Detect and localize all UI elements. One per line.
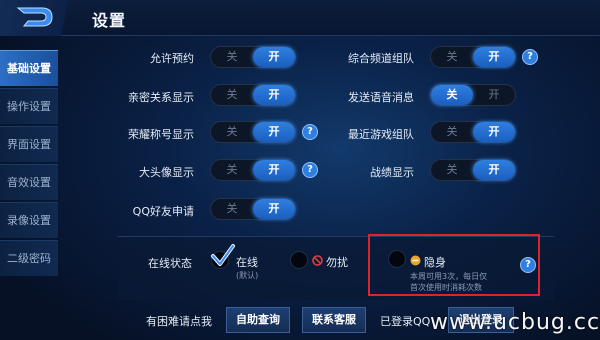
site-watermark: www.ucbug.cc [430,310,600,335]
setting-label-large-avatar: 大头像显示 [139,166,194,179]
toggle-recent-team[interactable]: 关 开 [430,121,516,143]
toggle-off-option[interactable]: 关 [211,85,253,105]
help-icon[interactable]: ? [522,49,538,65]
back-button[interactable] [0,0,78,36]
toggle-on-option[interactable]: 开 [473,47,515,67]
sidebar-item-secondary-password[interactable]: 二级密码 [0,240,58,276]
sidebar-item-interface-settings[interactable]: 界面设置 [0,126,58,162]
toggle-channel-team[interactable]: 关 开 [430,46,516,68]
setting-label-honor-title: 荣耀称号显示 [128,128,194,141]
sidebar-item-control-settings[interactable]: 操作设置 [0,88,58,124]
toggle-off-option[interactable]: 关 [211,122,253,142]
toggle-honor-title[interactable]: 关 开 [210,121,296,143]
sidebar-item-sound-settings[interactable]: 音效设置 [0,164,58,200]
toggle-off-option[interactable]: 关 [211,47,253,67]
toggle-on-option[interactable]: 开 [253,122,295,142]
toggle-off-option[interactable]: 关 [431,122,473,142]
footer-help-text: 有困难请点我 [146,315,212,328]
header-bar: 设置 [0,0,600,36]
setting-label-qq-friend-request: QQ好友申请 [132,205,194,218]
toggle-large-avatar[interactable]: 关 开 [210,159,296,181]
toggle-on-option[interactable]: 开 [253,199,295,219]
sidebar: 基础设置 操作设置 界面设置 音效设置 录像设置 二级密码 [0,50,58,278]
online-option-default-note: (默认) [236,271,259,280]
toggle-off-option[interactable]: 关 [431,47,473,67]
setting-label-voice-message: 发送语音消息 [348,91,414,104]
online-option-label[interactable]: 在线 [236,254,258,270]
toggle-off-option[interactable]: 关 [431,85,473,105]
toggle-on-option[interactable]: 开 [473,160,515,180]
sidebar-item-replay-settings[interactable]: 录像设置 [0,202,58,238]
logged-in-qq-text: 已登录QQ [380,315,431,328]
online-status-label: 在线状态 [148,257,192,270]
do-not-disturb-option-label[interactable]: 勿扰 [326,254,348,270]
toggle-intimate-relation[interactable]: 关 开 [210,84,296,106]
toggle-voice-message[interactable]: 关 开 [430,84,516,106]
toggle-qq-friend-request[interactable]: 关 开 [210,198,296,220]
contact-support-button[interactable]: 联系客服 [302,307,366,333]
toggle-off-option[interactable]: 关 [211,160,253,180]
setting-label-record-display: 战绩显示 [370,166,414,179]
sidebar-item-basic-settings[interactable]: 基础设置 [0,50,58,86]
page-title: 设置 [92,11,127,30]
toggle-on-option[interactable]: 开 [253,160,295,180]
toggle-record-display[interactable]: 关 开 [430,159,516,181]
toggle-on-option[interactable]: 开 [253,85,295,105]
self-help-button[interactable]: 自助查询 [226,307,290,333]
game-logo-icon [16,7,53,27]
toggle-on-option[interactable]: 开 [473,122,515,142]
toggle-off-option[interactable]: 关 [211,199,253,219]
help-icon[interactable]: ? [302,162,318,178]
help-icon[interactable]: ? [302,124,318,140]
toggle-on-option[interactable]: 开 [473,85,515,105]
checkmark-icon [211,244,235,266]
setting-label-allow-reservation: 允许预约 [150,52,194,65]
do-not-disturb-icon [312,255,323,266]
setting-label-recent-team: 最近游戏组队 [348,128,414,141]
highlight-box [368,234,540,296]
radio-do-not-disturb[interactable] [290,251,308,269]
toggle-on-option[interactable]: 开 [253,47,295,67]
setting-label-channel-team: 综合频道组队 [348,52,414,65]
toggle-allow-reservation[interactable]: 关 开 [210,46,296,68]
toggle-off-option[interactable]: 关 [431,160,473,180]
setting-label-intimate-relation: 亲密关系显示 [128,91,194,104]
